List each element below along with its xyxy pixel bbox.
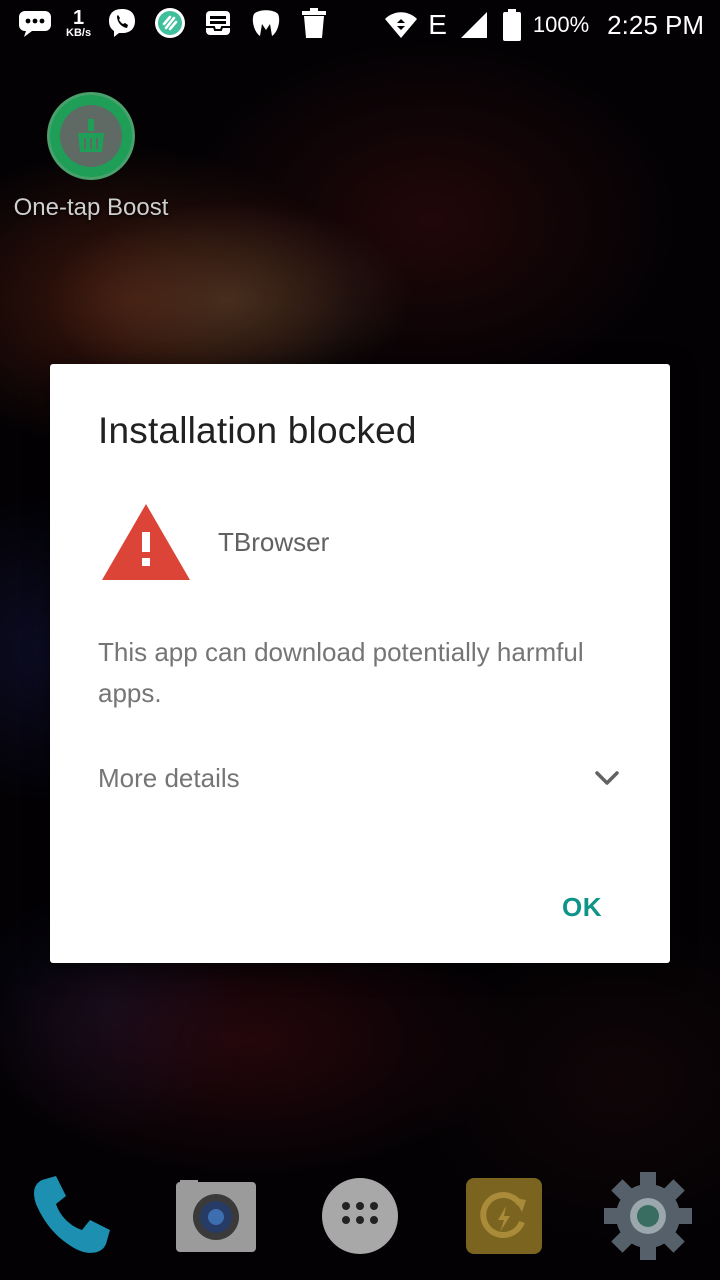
camera-icon[interactable] bbox=[168, 1168, 264, 1264]
battery-percent: 100% bbox=[532, 12, 590, 37]
system-icons: E 100% 2:25 PM bbox=[384, 6, 704, 44]
app-drawer-icon[interactable] bbox=[312, 1168, 408, 1264]
message-icon bbox=[18, 6, 52, 40]
warning-icon bbox=[102, 504, 190, 580]
ok-button[interactable]: OK bbox=[554, 888, 610, 927]
network-type: E bbox=[428, 9, 447, 40]
cleaner-icon bbox=[153, 6, 187, 40]
one-tap-boost-shortcut[interactable]: One-tap Boost bbox=[6, 92, 176, 222]
malwarebytes-icon bbox=[249, 6, 283, 40]
broom-icon bbox=[47, 92, 135, 180]
notification-icons: 1 KB/s bbox=[18, 6, 331, 40]
more-details-toggle[interactable]: More details bbox=[98, 756, 622, 800]
boost-icon[interactable] bbox=[456, 1168, 552, 1264]
network-speed: 1 KB/s bbox=[66, 8, 91, 39]
more-details-label: More details bbox=[98, 762, 240, 793]
installation-blocked-dialog: Installation blocked TBrowser This app c… bbox=[50, 364, 670, 963]
trash-icon bbox=[297, 6, 331, 40]
dialog-message: This app can download potentially harmfu… bbox=[98, 637, 584, 708]
status-bar: 1 KB/s E 100% 2:25 PM bbox=[0, 0, 720, 50]
dialog-title: Installation blocked bbox=[98, 410, 417, 451]
settings-icon[interactable] bbox=[600, 1168, 696, 1264]
network-speed-unit: KB/s bbox=[66, 26, 92, 39]
phone-icon[interactable] bbox=[22, 1168, 118, 1264]
network-speed-value: 1 bbox=[72, 6, 85, 29]
dock bbox=[0, 1168, 720, 1268]
viber-icon bbox=[105, 6, 139, 40]
shortcut-label: One-tap Boost bbox=[13, 194, 169, 221]
inbox-icon bbox=[201, 6, 235, 40]
app-name: TBrowser bbox=[218, 527, 330, 557]
chevron-down-icon bbox=[595, 771, 619, 785]
wifi-data-icon bbox=[384, 8, 418, 42]
battery-icon bbox=[501, 8, 523, 42]
clock: 2:25 PM bbox=[607, 9, 704, 40]
signal-icon bbox=[457, 8, 491, 42]
